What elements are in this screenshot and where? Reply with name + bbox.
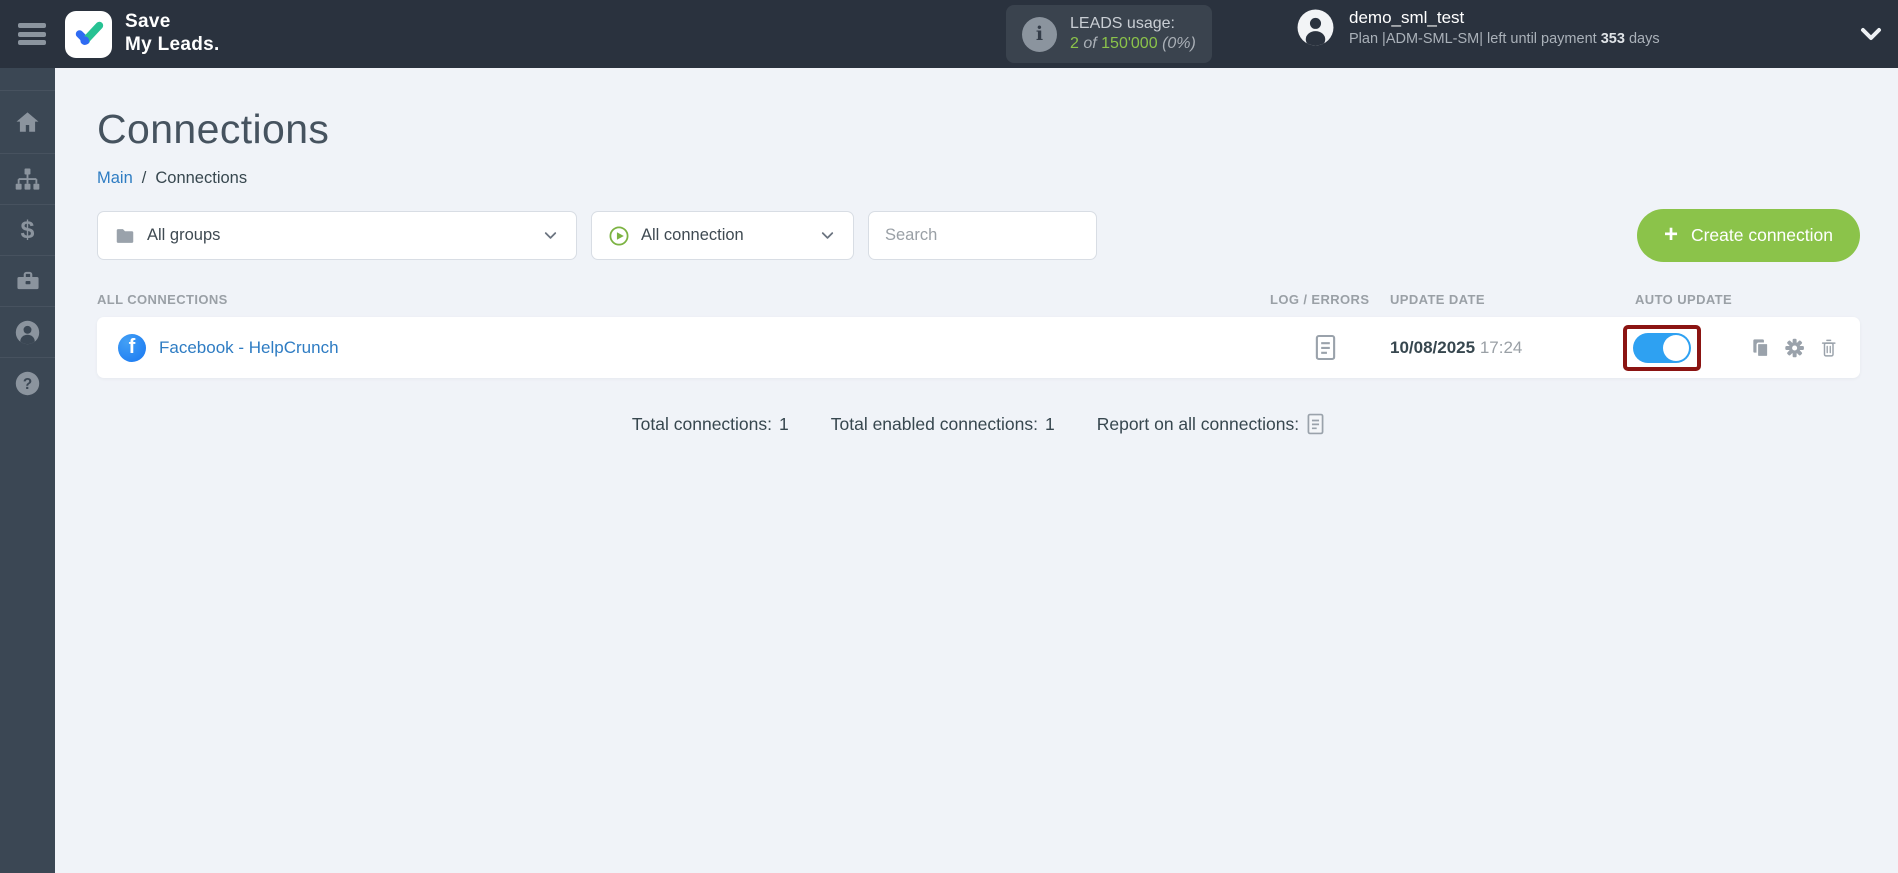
col-header-connections: ALL CONNECTIONS [97, 292, 228, 307]
total-connections: Total connections: 1 [632, 414, 789, 435]
connection-filter-value: All connection [641, 226, 744, 244]
brand-line2: My Leads. [125, 34, 220, 55]
log-errors-cell [1270, 334, 1380, 361]
col-header-update-date: UPDATE DATE [1390, 292, 1485, 307]
user-menu[interactable]: demo_sml_test Plan |ADM-SML-SM| left unt… [1296, 8, 1660, 47]
total-enabled-label: Total enabled connections: [830, 413, 1038, 434]
hamburger-menu-icon[interactable] [15, 21, 49, 47]
breadcrumb: Main / Connections [97, 169, 1860, 188]
col-header-auto-update: AUTO UPDATE [1635, 292, 1733, 307]
info-icon: i [1022, 16, 1057, 52]
user-info: demo_sml_test Plan |ADM-SML-SM| left unt… [1349, 8, 1660, 47]
total-connections-label: Total connections: [631, 413, 773, 434]
briefcase-icon [16, 271, 39, 290]
row-actions-cell [1750, 336, 1860, 360]
connection-filter-dropdown[interactable]: All connection [591, 211, 854, 260]
brand-name: Save My Leads. [125, 11, 220, 57]
total-connections-value: 1 [779, 413, 789, 434]
groups-filter-dropdown[interactable]: All groups [97, 211, 577, 260]
sidebar-item-profile[interactable] [0, 307, 55, 358]
log-document-icon[interactable] [1314, 334, 1337, 361]
filters-row: All groups All connection + Create conne… [97, 209, 1860, 262]
highlight-annotation-box [1623, 324, 1701, 371]
table-header-row: ALL CONNECTIONS LOG / ERRORS UPDATE DATE… [97, 292, 1860, 307]
profile-icon [15, 320, 40, 344]
sidebar-item-connections[interactable] [0, 154, 55, 205]
report-all-connections: Report on all connections: [1097, 413, 1325, 435]
groups-filter-value: All groups [147, 226, 221, 244]
leads-used: 2 [1070, 35, 1079, 52]
folder-icon [116, 228, 134, 243]
total-enabled-value: 1 [1044, 413, 1055, 434]
copy-icon[interactable] [1750, 336, 1771, 360]
days-left-value: 353 [1600, 31, 1625, 47]
sitemap-icon [15, 168, 40, 190]
help-icon: ? [15, 371, 40, 396]
sidebar-item-services[interactable] [0, 256, 55, 307]
create-connection-label: Create connection [1690, 225, 1833, 245]
chevron-down-icon [541, 226, 560, 245]
plan-text: Plan |ADM-SML-SM| left until payment [1349, 31, 1597, 47]
leads-usage-label: LEADS usage: [1070, 15, 1175, 32]
connection-name-link[interactable]: Facebook - HelpCrunch [159, 338, 339, 358]
play-circle-icon [609, 226, 629, 245]
auto-update-toggle[interactable] [1633, 332, 1691, 363]
brand-line1: Save [125, 11, 171, 33]
leads-usage-text: LEADS usage: 2 of 150'000 (0%) [1070, 15, 1196, 53]
leads-usage-badge[interactable]: i LEADS usage: 2 of 150'000 (0%) [1006, 5, 1212, 63]
settings-gear-icon[interactable] [1784, 336, 1805, 360]
delete-trash-icon[interactable] [1819, 336, 1838, 360]
sidebar-item-home[interactable] [0, 90, 55, 154]
breadcrumb-current: Connections [155, 169, 248, 187]
user-plan: Plan |ADM-SML-SM| left until payment 353… [1349, 31, 1660, 47]
toggle-knob [1663, 334, 1689, 361]
page-title: Connections [97, 106, 330, 152]
leads-percent: (0%) [1162, 35, 1196, 52]
plus-icon: + [1663, 220, 1678, 248]
top-header: Save My Leads. i LEADS usage: 2 of 150'0… [0, 0, 1898, 68]
col-header-log-errors: LOG / ERRORS [1270, 292, 1370, 307]
chevron-down-icon [818, 226, 837, 245]
avatar [1297, 9, 1334, 46]
report-label: Report on all connections: [1096, 413, 1300, 434]
sidebar-item-help[interactable]: ? [0, 358, 55, 409]
facebook-icon: f [118, 333, 146, 362]
leads-of: of [1083, 35, 1097, 52]
breadcrumb-separator: / [141, 169, 147, 187]
dollar-icon: $ [20, 215, 35, 244]
create-connection-button[interactable]: + Create connection [1636, 209, 1860, 262]
total-enabled-connections: Total enabled connections: 1 [831, 414, 1055, 435]
update-date: 10/08/2025 [1390, 337, 1476, 357]
main-content: Connections Main / Connections All group… [55, 68, 1898, 873]
update-date-cell: 10/08/2025 17:24 [1380, 338, 1635, 358]
leads-total: 150'000 [1101, 35, 1158, 52]
search-input[interactable] [869, 212, 1096, 259]
brand-logo[interactable] [65, 10, 112, 58]
search-box [868, 211, 1097, 260]
svg-text:?: ? [23, 376, 32, 393]
summary-row: Total connections: 1 Total enabled conne… [97, 413, 1860, 435]
report-document-icon[interactable] [1306, 413, 1325, 435]
home-icon [16, 111, 39, 132]
connection-name-cell: f Facebook - HelpCrunch [97, 333, 1270, 362]
update-time: 17:24 [1479, 337, 1523, 357]
days-label: days [1628, 31, 1660, 47]
header-chevron-down-icon[interactable] [1860, 26, 1882, 47]
leads-usage-values: 2 of 150'000 (0%) [1070, 35, 1196, 53]
checkmark-logo-icon [75, 21, 103, 45]
auto-update-cell [1623, 324, 1750, 371]
sidebar-item-payments[interactable]: $ [0, 205, 55, 256]
table-row: f Facebook - HelpCrunch 10/08/2025 17:24 [97, 317, 1860, 378]
breadcrumb-main-link[interactable]: Main [97, 169, 133, 188]
sidebar-nav: $ ? [0, 68, 55, 873]
user-name: demo_sml_test [1349, 8, 1465, 27]
